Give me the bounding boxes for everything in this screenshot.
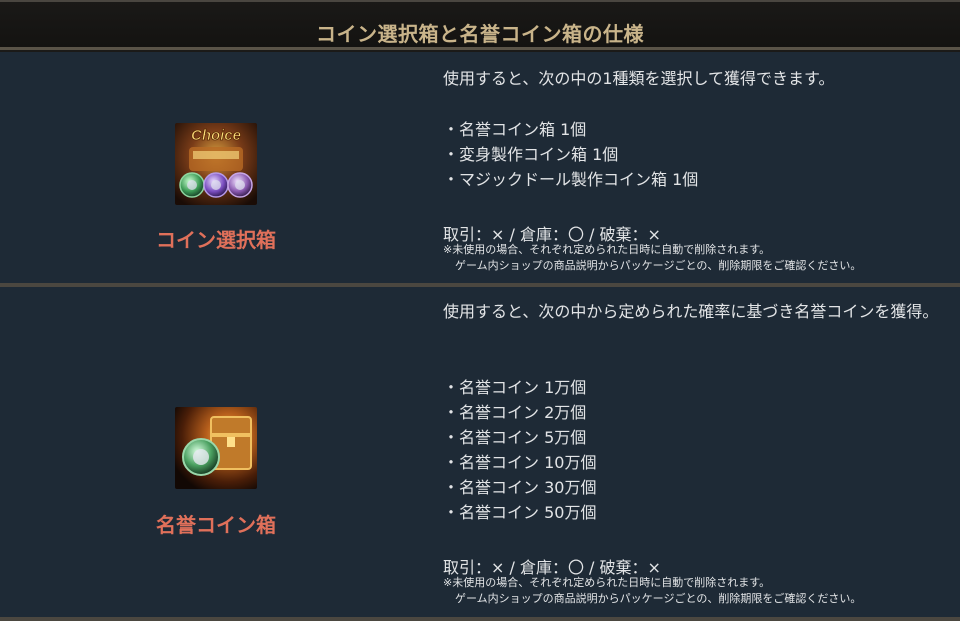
- reward-list: ・名誉コイン箱 1個 ・変身製作コイン箱 1個 ・マジックドール製作コイン箱 1…: [443, 117, 698, 192]
- note-line: ゲーム内ショップの商品説明からパッケージごとの、削除期限をご確認ください。: [455, 259, 862, 272]
- item-description: 使用すると、次の中の1種類を選択して獲得できます。: [443, 69, 835, 88]
- reward-list: ・名誉コイン 1万個 ・名誉コイン 2万個 ・名誉コイン 5万個 ・名誉コイン …: [443, 375, 596, 525]
- item-row-coin-choice-box: Choice コイン選択箱 使用すると、次の中の1種類を選択して獲得できます。 …: [0, 52, 960, 283]
- deletion-note: ※未使用の場合、それぞれ定められた日時に自動で削除されます。 ゲーム内ショップの…: [443, 242, 861, 274]
- deletion-note: ※未使用の場合、それぞれ定められた日時に自動で削除されます。 ゲーム内ショップの…: [443, 575, 861, 607]
- page-title: コイン選択箱と名誉コイン箱の仕様: [316, 22, 644, 46]
- item-details: 使用すると、次の中から定められた確率に基づき名誉コインを獲得。 ・名誉コイン 1…: [443, 287, 943, 618]
- item-row-honor-coin-box: 名誉コイン箱 使用すると、次の中から定められた確率に基づき名誉コインを獲得。 ・…: [0, 287, 960, 618]
- header-bar: コイン選択箱と名誉コイン箱の仕様: [0, 0, 960, 50]
- list-item: ・名誉コイン 50万個: [443, 503, 597, 522]
- list-item: ・名誉コイン箱 1個: [443, 120, 587, 139]
- list-item: ・名誉コイン 30万個: [443, 478, 597, 497]
- list-item: ・名誉コイン 5万個: [443, 428, 587, 447]
- list-item: ・名誉コイン 10万個: [443, 453, 597, 472]
- choice-badge: Choice: [191, 127, 241, 144]
- item-description: 使用すると、次の中から定められた確率に基づき名誉コインを獲得。: [443, 302, 939, 321]
- item-name: コイン選択箱: [156, 228, 276, 252]
- note-line: ※未使用の場合、それぞれ定められた日時に自動で削除されます。: [443, 243, 771, 256]
- note-line: ※未使用の場合、それぞれ定められた日時に自動で削除されます。: [443, 576, 771, 589]
- honor-coin-box-icon: [175, 407, 257, 489]
- item-name: 名誉コイン箱: [156, 513, 276, 537]
- list-item: ・変身製作コイン箱 1個: [443, 145, 619, 164]
- spec-panel: コイン選択箱と名誉コイン箱の仕様 Choice コイン選択箱 使用すると、次の中…: [0, 0, 960, 621]
- row-divider: [0, 617, 960, 621]
- list-item: ・マジックドール製作コイン箱 1個: [443, 170, 699, 189]
- coin-choice-box-icon: Choice: [175, 123, 257, 205]
- note-line: ゲーム内ショップの商品説明からパッケージごとの、削除期限をご確認ください。: [455, 592, 862, 605]
- item-visual: Choice コイン選択箱: [0, 52, 430, 283]
- list-item: ・名誉コイン 2万個: [443, 403, 587, 422]
- item-details: 使用すると、次の中の1種類を選択して獲得できます。 ・名誉コイン箱 1個 ・変身…: [443, 52, 943, 283]
- list-item: ・名誉コイン 1万個: [443, 378, 587, 397]
- item-visual: 名誉コイン箱: [0, 287, 430, 618]
